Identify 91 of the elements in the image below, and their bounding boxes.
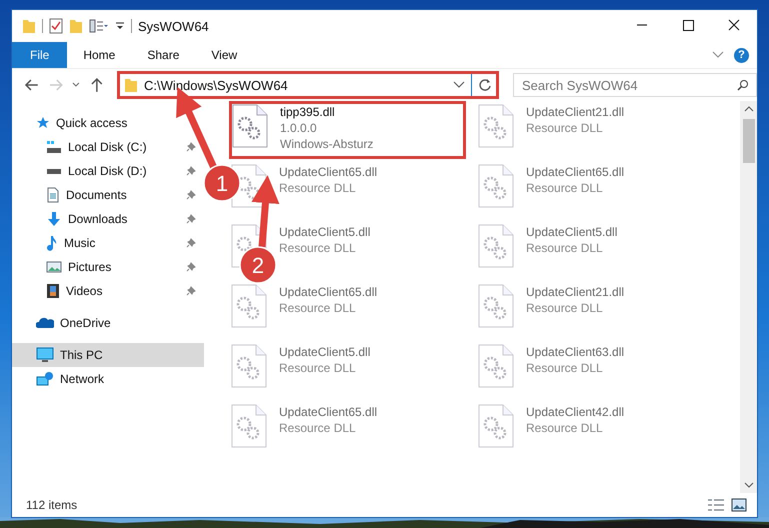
pin-icon[interactable]: [186, 214, 196, 224]
search-icon: [736, 79, 749, 91]
sidebar-item[interactable]: OneDrive: [12, 311, 204, 335]
file-name[interactable]: UpdateClient63.dll: [526, 344, 624, 360]
file-name[interactable]: UpdateClient5.dll: [526, 224, 618, 240]
chevron-icon[interactable]: [452, 81, 465, 89]
file-detail: Resource DLL: [526, 360, 604, 376]
picture-icon: [46, 260, 62, 274]
document-icon: [46, 187, 60, 203]
file-name[interactable]: UpdateClient5.dll: [279, 224, 370, 240]
file-detail: Resource DLL: [279, 300, 357, 316]
ribbon-tab[interactable]: View: [195, 42, 254, 68]
music-note-icon: [46, 235, 58, 251]
cloud-icon: [36, 317, 54, 329]
sidebar-item[interactable]: Local Disk (D:): [12, 159, 204, 183]
file-detail: Resource DLL: [526, 240, 604, 256]
file-detail: Resource DLL: [279, 360, 357, 376]
large-icons-view-icon[interactable]: [731, 498, 747, 512]
back-icon[interactable]: [24, 77, 40, 93]
chevron-icon[interactable]: [712, 51, 724, 59]
pin-icon[interactable]: [186, 142, 196, 152]
file-detail: Resource DLL: [279, 240, 357, 256]
sidebar-item[interactable]: Local Disk (C:): [12, 135, 204, 159]
ribbon-tab[interactable]: Home: [67, 42, 132, 68]
file-icon: [478, 344, 514, 388]
file-name[interactable]: tipp395.dll: [280, 104, 374, 120]
step-number: 1: [203, 164, 241, 202]
sidebar-item[interactable]: Videos: [12, 279, 204, 303]
file-detail: Resource DLL: [526, 120, 604, 136]
search-field[interactable]: Search SysWOW64: [512, 73, 757, 97]
download-icon: [46, 211, 62, 227]
sidebar-item[interactable]: Network: [12, 367, 204, 391]
file-name[interactable]: UpdateClient65.dll: [279, 164, 378, 180]
file-name[interactable]: UpdateClient65.dll: [526, 164, 624, 180]
recent-icon[interactable]: [71, 81, 82, 89]
dropdown-icon[interactable]: [115, 21, 125, 31]
file-icon: [478, 284, 514, 328]
file-icon: [232, 104, 268, 148]
film-icon: [46, 283, 60, 299]
sidebar-item[interactable]: This PC: [12, 343, 204, 367]
file-icon: [478, 104, 514, 148]
file-detail: Windows-Absturz: [280, 136, 374, 152]
checklist-icon[interactable]: [49, 18, 63, 34]
file-name[interactable]: UpdateClient65.dll: [279, 284, 378, 300]
pin-icon[interactable]: [186, 262, 196, 272]
item-count: 112 items: [26, 498, 78, 512]
pin-icon[interactable]: [186, 190, 196, 200]
file-detail: 1.0.0.0: [280, 120, 318, 136]
monitor-icon: [36, 347, 54, 363]
file-icon: [231, 284, 267, 328]
help-button[interactable]: ?: [734, 48, 749, 62]
drive-icon: [46, 168, 62, 174]
sidebar-item[interactable]: Downloads: [12, 207, 204, 231]
file-name[interactable]: UpdateClient21.dll: [526, 104, 624, 120]
file-icon: [231, 404, 267, 448]
sidebar-item[interactable]: Pictures: [12, 255, 204, 279]
drive-icon: [46, 140, 62, 154]
file-icon: [478, 404, 514, 448]
file-detail: Resource DLL: [526, 420, 604, 436]
file-detail: Resource DLL: [279, 180, 357, 196]
file-name[interactable]: UpdateClient5.dll: [279, 344, 370, 360]
window-title: SysWOW64: [138, 18, 209, 34]
sidebar-item[interactable]: Quick access: [12, 111, 204, 135]
file-detail: Resource DLL: [526, 180, 604, 196]
folder-icon: [124, 77, 138, 93]
pin-icon[interactable]: [186, 238, 196, 248]
scrollbar[interactable]: [740, 101, 757, 493]
file-detail: Resource DLL: [279, 420, 357, 436]
file-name[interactable]: UpdateClient65.dll: [279, 404, 378, 420]
file-icon: [231, 344, 267, 388]
network-icon: [36, 371, 54, 387]
scroll-up-icon[interactable]: [744, 105, 754, 113]
sidebar-item[interactable]: Music: [12, 231, 204, 255]
ribbon-tab[interactable]: Share: [131, 42, 196, 68]
ribbon-tab[interactable]: File: [12, 42, 68, 68]
file-detail: Resource DLL: [526, 300, 604, 316]
address-bar[interactable]: C:\Windows\SysWOW64: [117, 71, 499, 99]
star-icon: [36, 116, 50, 130]
sidebar-item[interactable]: Documents: [12, 183, 204, 207]
step-number: 2: [239, 246, 277, 284]
customize-icon[interactable]: [89, 19, 109, 33]
pin-icon[interactable]: [186, 166, 196, 176]
file-icon: [478, 224, 514, 268]
details-view-icon[interactable]: [707, 498, 725, 512]
file-name[interactable]: UpdateClient21.dll: [526, 284, 624, 300]
file-icon: [478, 164, 514, 208]
scroll-thumb[interactable]: [742, 119, 754, 163]
file-name[interactable]: UpdateClient42.dll: [526, 404, 624, 420]
pin-icon[interactable]: [186, 286, 196, 296]
refresh-icon[interactable]: [478, 78, 492, 92]
scroll-down-icon[interactable]: [744, 481, 754, 489]
